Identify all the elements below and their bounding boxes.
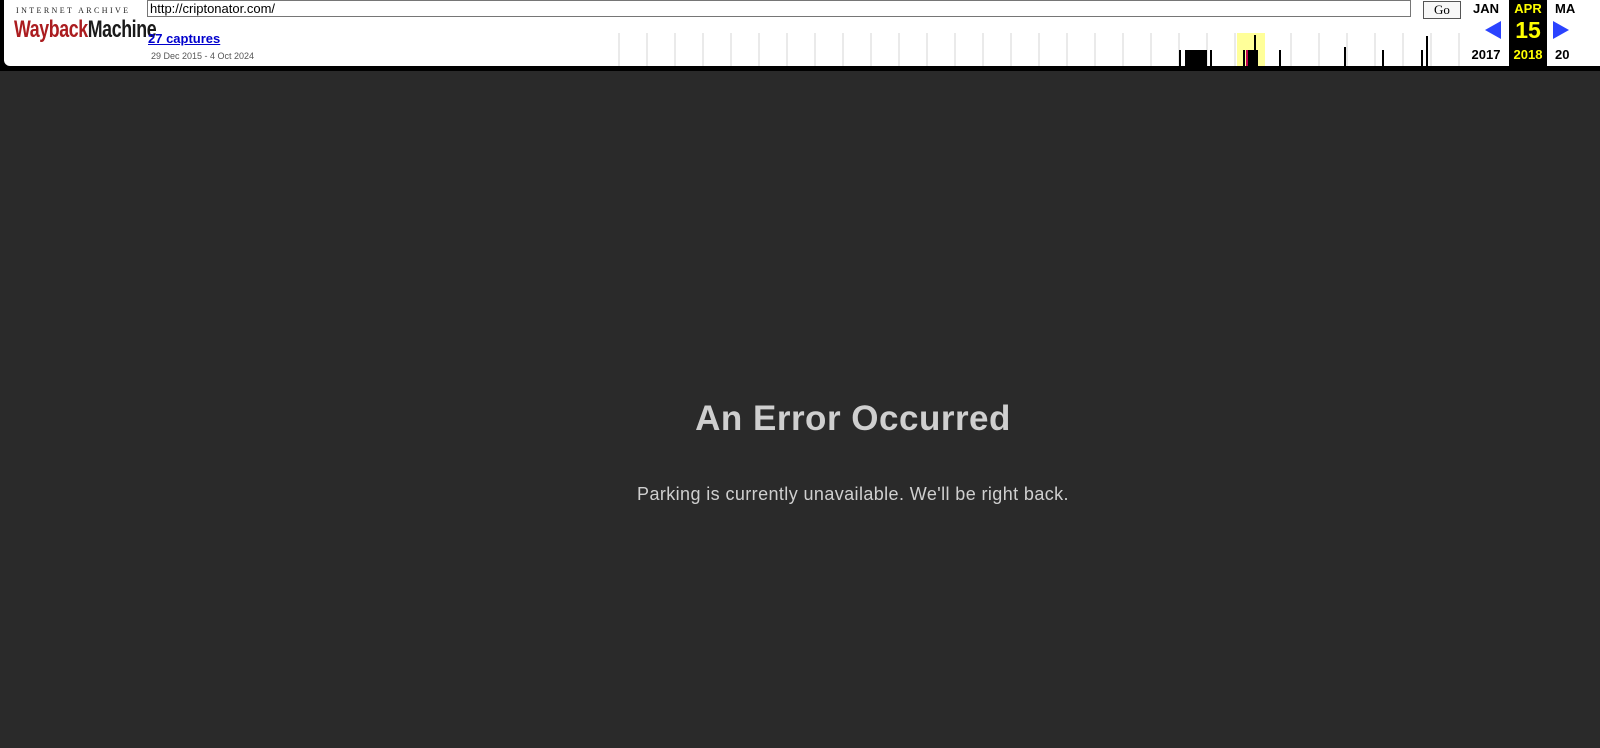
- sparkline-capture-bars: [1179, 36, 1428, 66]
- sparkline-capture-bar: [1248, 50, 1258, 66]
- sparkline-year-dividers: [618, 33, 1460, 66]
- capture-date-range: 29 Dec 2015 - 4 Oct 2024: [151, 51, 255, 61]
- prev-month-link[interactable]: JAN: [1463, 1, 1509, 16]
- error-title: An Error Occurred: [695, 399, 1011, 438]
- logo-tagline: INTERNET ARCHIVE: [16, 6, 131, 15]
- next-year-link[interactable]: 20: [1547, 47, 1600, 62]
- parked-page-content: An Error Occurred Parking is currently u…: [0, 71, 1600, 748]
- wayback-machine-logo[interactable]: INTERNET ARCHIVE WaybackMachine: [14, 6, 157, 50]
- calendar-current-column: APR 15 2018: [1509, 0, 1547, 66]
- sparkline-capture-bar: [1382, 50, 1384, 66]
- sparkline-current-marker: [1254, 35, 1256, 66]
- sparkline-capture-bar: [1185, 50, 1207, 66]
- sparkline-capture-bar: [1426, 36, 1428, 66]
- sparkline-capture-bar: [1421, 50, 1423, 66]
- sparkline-capture-bar: [1344, 47, 1346, 66]
- sparkline-capture-bar: [1243, 50, 1245, 66]
- sparkline-capture-bar: [1210, 50, 1212, 66]
- current-month: APR: [1514, 1, 1542, 16]
- wayback-toolbar-panel: INTERNET ARCHIVE WaybackMachine Go 27 ca…: [4, 0, 1600, 66]
- logo-wordmark: WaybackMachine: [14, 16, 157, 44]
- sparkline-selected-capture: [1246, 50, 1248, 66]
- prev-year-link[interactable]: 2017: [1463, 47, 1509, 62]
- capture-sparkline[interactable]: [616, 33, 1466, 66]
- calendar-next-column: MA 20: [1547, 0, 1600, 66]
- sparkline-capture-bar: [1179, 50, 1181, 66]
- logo-word-wayback: Wayback: [14, 16, 88, 43]
- error-message: Parking is currently unavailable. We'll …: [637, 484, 1069, 504]
- current-year: 2018: [1513, 47, 1543, 62]
- calendar-prev-column: JAN 2017: [1463, 0, 1509, 66]
- next-month-link[interactable]: MA: [1547, 1, 1600, 16]
- current-day: 15: [1515, 17, 1541, 43]
- captures-link[interactable]: 27 captures: [148, 31, 220, 46]
- go-button[interactable]: Go: [1423, 1, 1461, 19]
- prev-capture-arrow-icon[interactable]: [1485, 21, 1501, 39]
- url-input[interactable]: [147, 0, 1411, 17]
- sparkline-capture-bar: [1279, 50, 1281, 66]
- logo-word-machine: Machine: [87, 16, 157, 43]
- next-capture-arrow-icon[interactable]: [1553, 21, 1569, 39]
- wayback-toolbar: INTERNET ARCHIVE WaybackMachine Go 27 ca…: [0, 0, 1600, 71]
